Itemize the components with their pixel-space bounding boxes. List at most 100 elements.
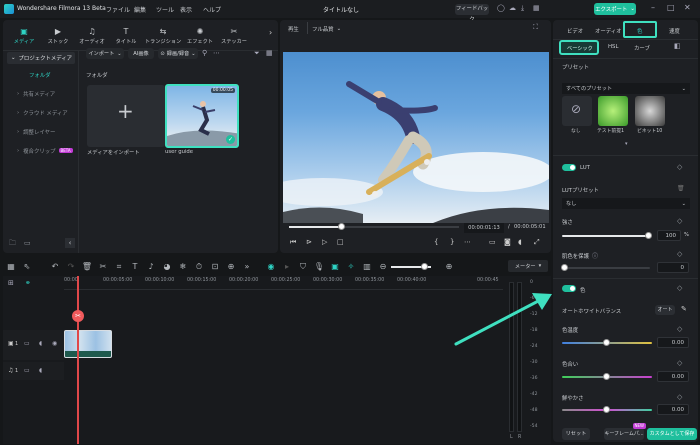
zoom-in-icon[interactable]: ⊕	[441, 262, 457, 271]
lut-toggle[interactable]	[562, 164, 576, 171]
play-range-icon[interactable]: ▸	[279, 262, 295, 271]
quality-select[interactable]: フル品質 ⌄	[312, 25, 341, 33]
color-palette-icon[interactable]: ◕	[159, 262, 175, 271]
audio-volume-icon[interactable]: ◖	[518, 238, 522, 246]
playhead-scissors-icon[interactable]: ✂	[72, 310, 84, 322]
expand-presets-icon[interactable]: ▾	[625, 141, 628, 147]
keyframe-panel-button[interactable]: キーフレームパ... NEW	[604, 423, 646, 440]
keyframe-diamond-icon[interactable]: ◇	[677, 250, 682, 258]
keyframe-diamond-icon[interactable]: ◇	[677, 393, 682, 401]
tab-sticker[interactable]: ✂ ステッカー	[217, 22, 251, 50]
stop-icon[interactable]: □	[337, 238, 344, 246]
tab-effect[interactable]: ✺ エフェクト	[183, 22, 217, 50]
speaker-icon[interactable]: ◖	[39, 367, 42, 374]
menu-file[interactable]: ファイル	[106, 5, 130, 14]
zoom-slider-knob[interactable]	[421, 262, 428, 270]
video-preview[interactable]	[283, 52, 549, 223]
color-toggle[interactable]	[562, 285, 576, 292]
tab-stock[interactable]: ▶ ストック	[41, 22, 75, 50]
help-icon[interactable]: ⓘ	[592, 251, 598, 260]
save-custom-button[interactable]: カスタムとして保存	[647, 428, 697, 440]
menu-view[interactable]: 表示	[180, 5, 192, 14]
crop-icon[interactable]: ⌗	[111, 262, 127, 272]
sidebar-item-adjust[interactable]: › 調整レイヤー	[11, 125, 73, 138]
vibrance-slider-knob[interactable]	[603, 406, 610, 413]
maximize-icon[interactable]: □	[667, 3, 675, 12]
meter-dropdown[interactable]: メーター ▾	[508, 260, 548, 272]
skin-protect-slider-knob[interactable]	[561, 264, 568, 271]
delete-icon[interactable]: 🗑	[677, 185, 685, 192]
keyframe-diamond-icon[interactable]: ◇	[677, 359, 682, 367]
magic-icon[interactable]: ✧	[343, 262, 359, 271]
menu-tools[interactable]: ツール	[156, 5, 174, 14]
sidebar-item-shared[interactable]: › 共有メディア	[11, 87, 73, 100]
timeline-playhead[interactable]	[77, 276, 79, 444]
display-icon[interactable]: ▭	[489, 238, 496, 246]
text-icon[interactable]: T	[127, 262, 143, 271]
speaker-icon[interactable]: ◖	[39, 340, 42, 347]
temperature-slider-knob[interactable]	[603, 339, 610, 346]
keyframe-diamond-icon[interactable]: ◇	[677, 284, 682, 292]
delete-icon[interactable]: 🗑	[79, 262, 95, 271]
subtab-curve[interactable]: カーブ	[634, 44, 650, 52]
keyframe-diamond-icon[interactable]: ◇	[677, 325, 682, 333]
subtab-basic[interactable]: ベーシック	[559, 40, 599, 55]
tab-color-highlight[interactable]: 色	[623, 21, 657, 38]
menu-help[interactable]: ヘルプ	[203, 5, 221, 14]
folder-icon[interactable]: ▭	[24, 340, 30, 347]
snapshot-image-icon[interactable]: ⛶	[533, 23, 538, 32]
timer-icon[interactable]: ⏱	[191, 262, 207, 272]
account-icon[interactable]: ◯	[497, 4, 505, 12]
mark-in-icon[interactable]: {	[434, 238, 438, 246]
tab-audio-props[interactable]: オーディオ	[595, 27, 622, 35]
strength-slider[interactable]	[562, 235, 650, 237]
compare-icon[interactable]: ◧	[674, 42, 681, 50]
playback-progress-track[interactable]	[289, 226, 459, 228]
preset-vignette-tile[interactable]	[635, 96, 665, 126]
audio-detach-icon[interactable]: ♪	[143, 262, 159, 271]
playhead-knob[interactable]	[338, 223, 345, 230]
strength-slider-knob[interactable]	[645, 232, 652, 239]
mark-out-icon[interactable]: }	[450, 238, 454, 246]
more-icon[interactable]: ⋯	[464, 238, 471, 246]
eye-icon[interactable]: ◉	[52, 340, 57, 347]
keyframe-diamond-icon[interactable]: ◇	[677, 217, 682, 225]
minimize-icon[interactable]: –	[651, 3, 655, 12]
play-icon[interactable]: ▷	[322, 238, 327, 246]
download-icon[interactable]: ⤓	[521, 4, 524, 13]
link-icon[interactable]: ⚭	[25, 279, 31, 287]
tab-audio[interactable]: ♫ オーディオ	[75, 22, 109, 50]
tab-transition[interactable]: ⇆ トランジション	[143, 22, 183, 50]
select-tool-icon[interactable]: ⇖	[19, 262, 35, 271]
split-screen-icon[interactable]: ▥	[359, 262, 375, 271]
ai-image-button[interactable]: AI画像	[128, 48, 154, 59]
tab-speed[interactable]: 速度	[669, 27, 680, 35]
sidebar-folder[interactable]: フォルダ	[29, 71, 51, 79]
sidebar-project-media[interactable]: ⌄ プロジェクトメディア	[7, 52, 75, 64]
skin-protect-value[interactable]: 0	[657, 262, 689, 273]
play-back-icon[interactable]: ⊳	[306, 238, 312, 246]
stabilize-icon[interactable]: ⊕	[223, 262, 239, 271]
tint-slider-knob[interactable]	[603, 373, 610, 380]
strength-value[interactable]: 100	[657, 230, 681, 241]
more-icon[interactable]: ⋯	[213, 49, 220, 57]
video-clip[interactable]	[64, 330, 112, 358]
tab-video[interactable]: ビデオ	[567, 27, 583, 35]
preset-none-tile[interactable]: ⊘	[562, 96, 592, 126]
sidebar-item-cloud[interactable]: › クラウド メディア	[11, 106, 73, 119]
tab-media[interactable]: ▣ メディア	[7, 22, 41, 50]
snapshot-icon[interactable]: ◙	[504, 238, 511, 246]
filter-icon[interactable]: ⏷	[254, 49, 260, 58]
folder-icon[interactable]: ▭	[24, 367, 30, 374]
grid-view-icon[interactable]: ▦	[266, 49, 273, 57]
temperature-value[interactable]: 0.00	[657, 337, 689, 348]
tab-title[interactable]: T タイトル	[109, 22, 143, 50]
prev-frame-icon[interactable]: ⏮	[290, 238, 296, 247]
undo-icon[interactable]: ↶	[47, 262, 63, 271]
snap-icon[interactable]: ◉	[263, 262, 279, 271]
reset-button[interactable]: リセット	[562, 428, 590, 440]
time-ruler[interactable]: 00:00 00:00:05:00 00:00:10:00 00:00:15:0…	[64, 276, 503, 290]
feedback-button[interactable]: フィードバック	[455, 4, 489, 23]
freeze-icon[interactable]: ❄	[175, 262, 191, 271]
cloud-icon[interactable]: ☁	[509, 4, 516, 12]
